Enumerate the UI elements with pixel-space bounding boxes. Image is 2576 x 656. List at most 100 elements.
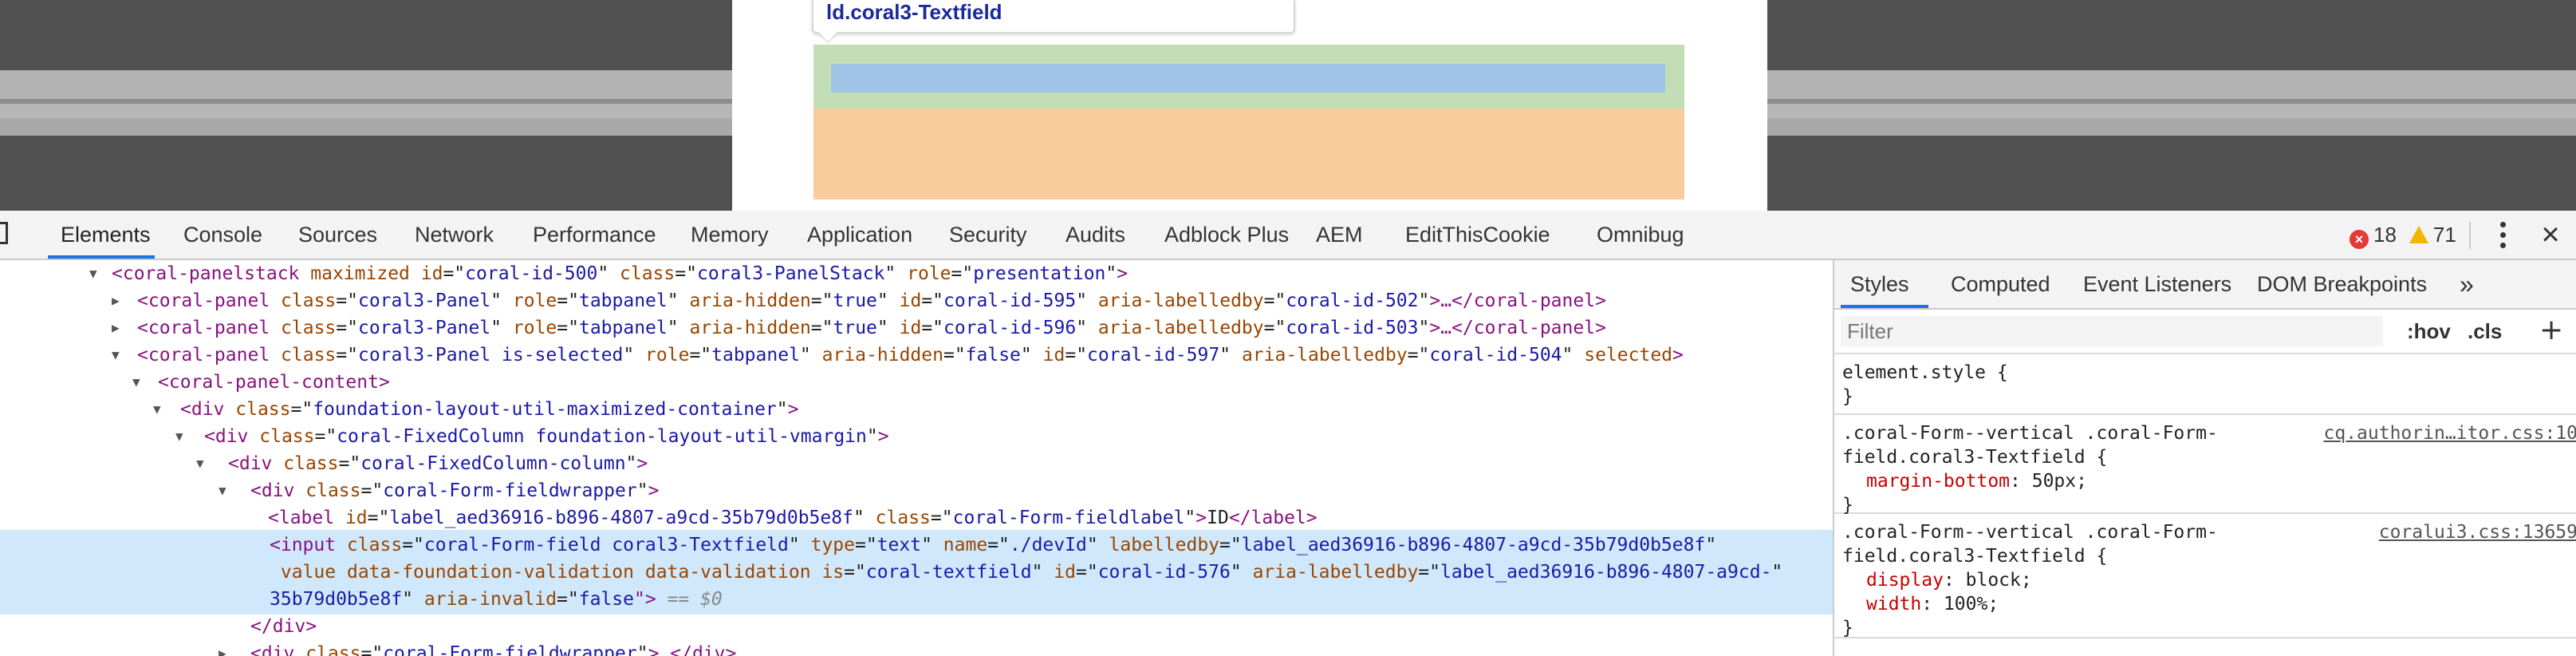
- dom-node-markup: value data-foundation-validation data-va…: [270, 559, 1782, 586]
- css-colon: :: [1921, 594, 1944, 615]
- style-rule[interactable]: .coral-Form--vertical .coral-Form-cq.aut…: [1834, 415, 2576, 516]
- dom-attr-name: class: [305, 643, 361, 656]
- dom-node-line[interactable]: 35b79d0b5e8f" aria-invalid="false"> == $…: [0, 586, 1833, 613]
- dom-node-line[interactable]: ▶ <div class="coral-Form-fieldwrapper">…<…: [0, 640, 1833, 656]
- tab-network[interactable]: Network: [415, 211, 494, 259]
- tab-console[interactable]: Console: [183, 211, 262, 259]
- dom-text-node: ID: [1207, 508, 1229, 528]
- expanded-arrow-icon[interactable]: ▼: [153, 396, 161, 423]
- tab-memory[interactable]: Memory: [691, 211, 769, 259]
- css-property-value: 100%;: [1943, 594, 1999, 615]
- dom-attr-value: true: [833, 290, 877, 311]
- tab-styles[interactable]: Styles: [1850, 260, 1909, 308]
- styles-filter-input[interactable]: [1841, 316, 2383, 346]
- dom-node-markup: <coral-panel class="coral3-Panel is-sele…: [137, 342, 1684, 369]
- console-counts[interactable]: × 18 71: [2350, 223, 2456, 249]
- tab-elements[interactable]: Elements: [61, 211, 151, 259]
- error-icon: ×: [2350, 230, 2369, 249]
- dom-attr-value: label_aed36916-b896-4807-a9cd-35b79d0b5e…: [1241, 535, 1706, 555]
- dom-attr-quote: ": [1418, 318, 1430, 338]
- dom-node-line[interactable]: ▼ <div class="coral-FixedColumn-column">: [0, 450, 1833, 477]
- tab-security[interactable]: Security: [949, 211, 1027, 259]
- dom-attr-name: labelledby: [1109, 535, 1220, 555]
- dom-node-line[interactable]: ▼ <coral-panel class="coral3-Panel is-sel…: [0, 342, 1833, 369]
- tab-sources[interactable]: Sources: [298, 211, 377, 259]
- dom-attr-name: selected: [1584, 345, 1673, 366]
- page-preview: ld.coral3-Textfield: [0, 0, 2576, 211]
- dom-attr-name: id: [1054, 562, 1076, 583]
- dom-attr-equals: =": [338, 453, 361, 474]
- tab-omnibug[interactable]: Omnibug: [1597, 211, 1684, 259]
- dom-node-line[interactable]: ▶ <coral-panel class="coral3-Panel" role=…: [0, 314, 1833, 342]
- more-options-icon[interactable]: [2495, 219, 2511, 251]
- dom-attr-value: coral-id-576: [1097, 562, 1231, 583]
- dom-node-line[interactable]: </div>: [0, 613, 1833, 640]
- dom-node-line[interactable]: ▼ <coral-panelstack maximized id="coral-i…: [0, 260, 1833, 287]
- dom-node-markup: 35b79d0b5e8f" aria-invalid="false"> == $…: [270, 586, 723, 613]
- hover-state-toggle[interactable]: :hov: [2407, 316, 2451, 346]
- elements-tree[interactable]: ▼ <coral-panelstack maximized id="coral-i…: [0, 260, 1833, 656]
- dom-attr-name: aria-labelledby: [1097, 318, 1264, 338]
- dom-attr-quote: ": [1031, 562, 1043, 583]
- dom-node-line[interactable]: ▼ <div class="foundation-layout-util-maxi…: [0, 396, 1833, 423]
- tab-aem[interactable]: AEM: [1316, 211, 1363, 259]
- dom-attr-quote: ": [667, 318, 679, 338]
- rule-declaration[interactable]: width: 100%;: [1866, 592, 1999, 616]
- dom-attr-quote: ": [490, 290, 502, 311]
- tab-computed[interactable]: Computed: [1951, 260, 2050, 308]
- rule-selector: .coral-Form--vertical .coral-Form-: [1842, 423, 2218, 444]
- close-devtools-icon[interactable]: ×: [2535, 219, 2566, 251]
- highlight-content-box[interactable]: [831, 64, 1665, 93]
- dom-node-line[interactable]: value data-foundation-validation data-va…: [0, 559, 1833, 586]
- dom-attr-equals: =": [921, 290, 944, 311]
- more-tabs-icon[interactable]: »: [2460, 260, 2474, 308]
- css-property-value: 50px;: [2031, 471, 2087, 492]
- rule-source-link[interactable]: cq.authorin…itor.css:10: [2324, 421, 2576, 445]
- dom-node-markup: <div class="coral-FixedColumn foundation…: [204, 423, 889, 450]
- dom-attr-quote: ": [876, 290, 888, 311]
- dom-attr-quote: ": [1086, 535, 1098, 555]
- expanded-arrow-icon[interactable]: ▼: [112, 342, 120, 369]
- dom-attr-equals: =": [1075, 562, 1098, 583]
- rule-declaration[interactable]: margin-bottom: 50px;: [1866, 469, 2087, 493]
- tab-performance[interactable]: Performance: [533, 211, 656, 259]
- dom-node-line[interactable]: ▶ <coral-panel class="coral3-Panel" role=…: [0, 287, 1833, 314]
- dom-node-line[interactable]: ▼ <div class="coral-FixedColumn foundatio…: [0, 423, 1833, 450]
- rule-source-link[interactable]: coralui3.css:13659: [2379, 520, 2576, 544]
- collapsed-arrow-icon[interactable]: ▶: [219, 640, 226, 656]
- class-toggle[interactable]: .cls: [2468, 316, 2502, 346]
- expanded-arrow-icon[interactable]: ▼: [196, 450, 204, 477]
- dom-attr-value: label_aed36916-b896-4807-a9cd-: [1440, 562, 1772, 583]
- dom-node-line[interactable]: ▼ <coral-panel-content>: [0, 369, 1833, 396]
- expanded-arrow-icon[interactable]: ▼: [219, 477, 226, 504]
- tab-event-listeners[interactable]: Event Listeners: [2083, 260, 2231, 308]
- new-style-rule-icon[interactable]: +: [2539, 313, 2563, 348]
- dom-node-line[interactable]: <input class="coral-Form-field coral3-Te…: [0, 532, 1833, 559]
- collapsed-arrow-icon[interactable]: ▶: [112, 287, 120, 314]
- dom-attr-equals: =": [810, 318, 833, 338]
- dom-attr-quote: ": [636, 643, 648, 656]
- tab-adblock-plus[interactable]: Adblock Plus: [1164, 211, 1289, 259]
- inspect-element-icon[interactable]: [0, 222, 8, 244]
- tab-editthiscookie[interactable]: EditThisCookie: [1405, 211, 1550, 259]
- rule-declaration[interactable]: display: block;: [1866, 568, 2032, 592]
- dom-attr-equals: =": [951, 263, 974, 284]
- dom-node-line[interactable]: <label id="label_aed36916-b896-4807-a9cd…: [0, 504, 1833, 532]
- dom-attr-value: coral-id-503: [1286, 318, 1419, 338]
- dom-attr-value: tabpanel: [578, 290, 668, 311]
- dom-attr-name: role: [645, 345, 690, 366]
- collapsed-arrow-icon[interactable]: ▶: [112, 314, 120, 342]
- expanded-arrow-icon[interactable]: ▼: [132, 369, 140, 396]
- dom-tag-close: >: [378, 372, 390, 393]
- dom-attr-value: coral3-PanelStack: [697, 263, 885, 284]
- tab-audits[interactable]: Audits: [1065, 211, 1125, 259]
- style-rule[interactable]: .coral-Form--vertical .coral-Form-coralu…: [1834, 514, 2576, 638]
- expanded-arrow-icon[interactable]: ▼: [89, 260, 97, 287]
- expanded-arrow-icon[interactable]: ▼: [175, 423, 183, 450]
- dom-attr-quote: ": [1020, 345, 1032, 366]
- style-rule[interactable]: element.style {}: [1834, 354, 2576, 415]
- dom-node-line[interactable]: ▼ <div class="coral-Form-fieldwrapper">: [0, 477, 1833, 504]
- dom-attr-name: is: [821, 562, 845, 583]
- tab-dom-breakpoints[interactable]: DOM Breakpoints: [2257, 260, 2427, 308]
- tab-application[interactable]: Application: [807, 211, 912, 259]
